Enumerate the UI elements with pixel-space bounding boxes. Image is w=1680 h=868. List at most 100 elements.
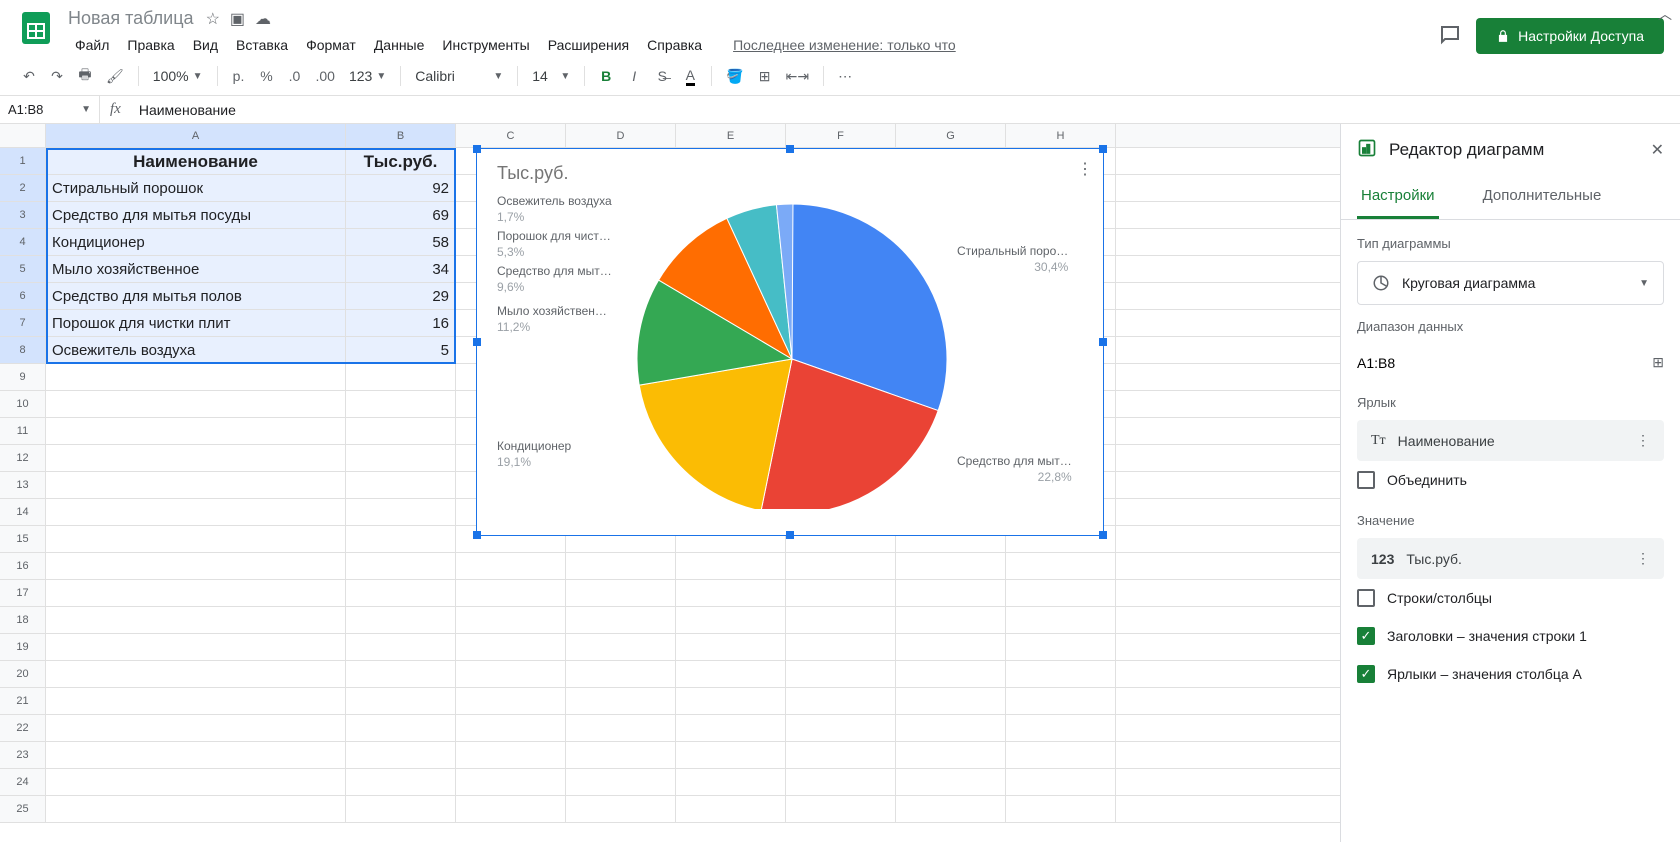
row-header-17[interactable]: 17 — [0, 580, 46, 606]
cell[interactable] — [676, 796, 786, 822]
cell[interactable] — [566, 553, 676, 579]
chart-type-select[interactable]: Круговая диаграмма▼ — [1357, 261, 1664, 305]
cell[interactable]: Стиральный порошок — [46, 175, 346, 201]
row-header-14[interactable]: 14 — [0, 499, 46, 525]
cell[interactable] — [566, 715, 676, 741]
headers-row-checkbox[interactable]: ✓Заголовки – значения строки 1 — [1357, 617, 1664, 655]
borders-button[interactable]: ⊞ — [752, 63, 778, 89]
decrease-decimal-button[interactable]: .0 — [282, 63, 308, 89]
merge-button[interactable]: ⇤⇥ — [780, 63, 815, 89]
cell[interactable] — [346, 661, 456, 687]
cell[interactable] — [46, 553, 346, 579]
font-select[interactable]: Calibri ▼ — [409, 64, 509, 88]
cell[interactable] — [46, 364, 346, 390]
cell[interactable] — [896, 661, 1006, 687]
menu-формат[interactable]: Формат — [299, 33, 363, 57]
cell[interactable] — [46, 526, 346, 552]
cell[interactable]: 34 — [346, 256, 456, 282]
cell[interactable]: 58 — [346, 229, 456, 255]
cell[interactable] — [1006, 661, 1116, 687]
redo-button[interactable]: ↷ — [44, 63, 70, 89]
row-header-10[interactable]: 10 — [0, 391, 46, 417]
cell[interactable] — [46, 634, 346, 660]
more-button[interactable]: ⋯ — [832, 63, 858, 89]
row-header-12[interactable]: 12 — [0, 445, 46, 471]
cell[interactable] — [46, 607, 346, 633]
cell[interactable] — [676, 634, 786, 660]
move-icon[interactable]: ▣ — [230, 9, 245, 29]
cell[interactable] — [786, 553, 896, 579]
cell[interactable] — [1006, 634, 1116, 660]
cell[interactable]: 5 — [346, 337, 456, 363]
row-header-3[interactable]: 3 — [0, 202, 46, 228]
cell[interactable] — [456, 661, 566, 687]
tab-setup[interactable]: Настройки — [1357, 175, 1439, 219]
cell[interactable] — [456, 607, 566, 633]
cell[interactable]: 29 — [346, 283, 456, 309]
fill-color-button[interactable]: 🪣 — [720, 63, 749, 89]
col-header-F[interactable]: F — [786, 124, 896, 147]
menu-справка[interactable]: Справка — [640, 33, 709, 57]
cell[interactable] — [1006, 796, 1116, 822]
pie-chart[interactable] — [632, 189, 952, 509]
sheets-logo[interactable] — [16, 8, 56, 48]
currency-button[interactable]: р. — [226, 63, 252, 89]
cell[interactable] — [346, 418, 456, 444]
cell[interactable] — [896, 715, 1006, 741]
row-header-23[interactable]: 23 — [0, 742, 46, 768]
cell[interactable] — [46, 796, 346, 822]
star-icon[interactable]: ☆ — [206, 9, 220, 29]
menu-расширения[interactable]: Расширения — [541, 33, 636, 57]
row-header-18[interactable]: 18 — [0, 607, 46, 633]
last-edit[interactable]: Последнее изменение: только что — [733, 37, 956, 53]
cell[interactable] — [676, 715, 786, 741]
cell[interactable] — [566, 796, 676, 822]
row-header-5[interactable]: 5 — [0, 256, 46, 282]
cell[interactable]: Тыс.руб. — [346, 148, 456, 174]
cell[interactable] — [1006, 715, 1116, 741]
col-header-G[interactable]: G — [896, 124, 1006, 147]
cell[interactable] — [456, 796, 566, 822]
cell[interactable]: Освежитель воздуха — [46, 337, 346, 363]
cell[interactable] — [46, 580, 346, 606]
zoom-select[interactable]: 100% ▼ — [147, 64, 209, 88]
cell[interactable] — [46, 769, 346, 795]
cell[interactable] — [346, 499, 456, 525]
cell[interactable] — [46, 499, 346, 525]
tab-customize[interactable]: Дополнительные — [1479, 175, 1606, 219]
menu-данные[interactable]: Данные — [367, 33, 432, 57]
cell[interactable]: Средство для мытья посуды — [46, 202, 346, 228]
cell[interactable] — [346, 580, 456, 606]
row-header-7[interactable]: 7 — [0, 310, 46, 336]
cell[interactable] — [1006, 553, 1116, 579]
cell[interactable] — [346, 796, 456, 822]
row-header-8[interactable]: 8 — [0, 337, 46, 363]
text-color-button[interactable]: A — [677, 63, 703, 89]
cell[interactable] — [456, 634, 566, 660]
cell[interactable] — [896, 688, 1006, 714]
cell[interactable] — [456, 553, 566, 579]
row-header-1[interactable]: 1 — [0, 148, 46, 174]
cell[interactable] — [786, 661, 896, 687]
cell[interactable] — [786, 796, 896, 822]
cell[interactable] — [786, 715, 896, 741]
switch-rows-cols-checkbox[interactable]: Строки/столбцы — [1357, 579, 1664, 617]
cell[interactable] — [456, 715, 566, 741]
cell[interactable]: Средство для мытья полов — [46, 283, 346, 309]
cell[interactable] — [896, 607, 1006, 633]
cell[interactable] — [1006, 580, 1116, 606]
italic-button[interactable]: I — [621, 63, 647, 89]
cell[interactable] — [786, 580, 896, 606]
formula-input[interactable]: Наименование — [131, 102, 1680, 118]
col-header-D[interactable]: D — [566, 124, 676, 147]
row-header-6[interactable]: 6 — [0, 283, 46, 309]
cell[interactable] — [46, 742, 346, 768]
cell[interactable] — [46, 688, 346, 714]
cell[interactable] — [896, 742, 1006, 768]
print-button[interactable]: 🖶 — [72, 63, 98, 89]
combine-checkbox[interactable]: Объединить — [1357, 461, 1664, 499]
cell[interactable] — [456, 769, 566, 795]
cell[interactable] — [566, 769, 676, 795]
cell[interactable] — [346, 634, 456, 660]
cell[interactable] — [346, 769, 456, 795]
